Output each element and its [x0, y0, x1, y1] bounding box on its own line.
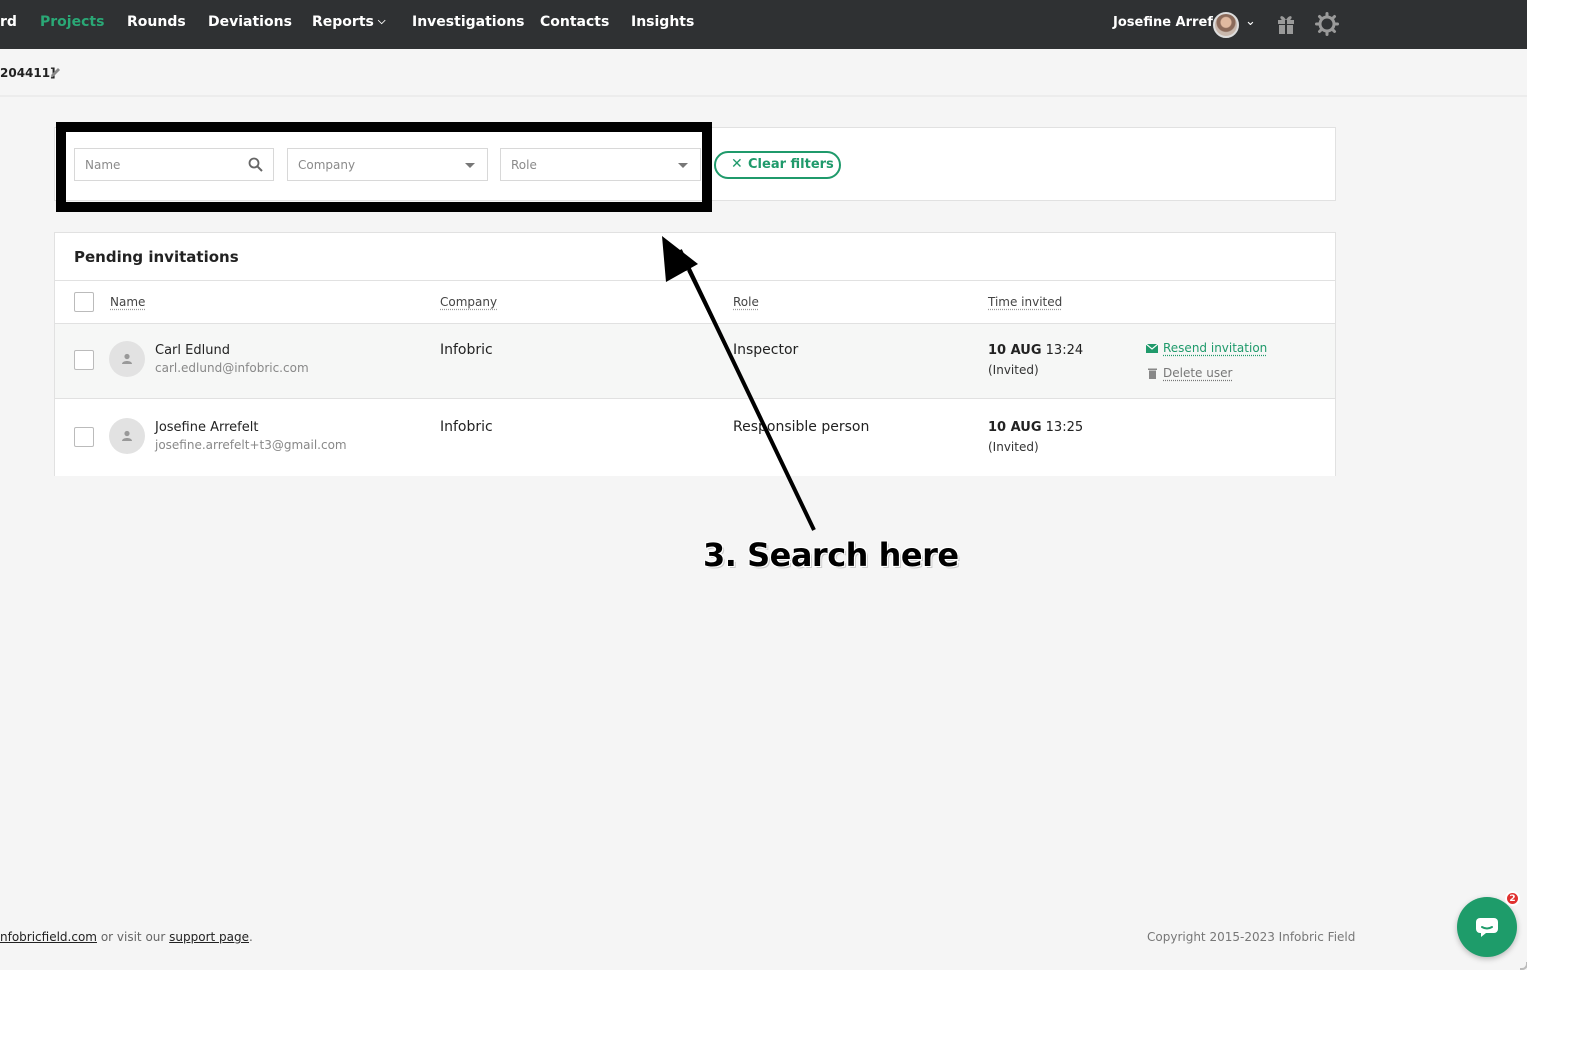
- user-name: Josefine Arrefelt: [155, 420, 259, 435]
- close-icon: ✕: [731, 156, 743, 172]
- nav-item-rounds[interactable]: Rounds: [127, 14, 186, 30]
- top-navigation: rd Projects Rounds Deviations Reports ⌵ I…: [0, 0, 1527, 49]
- website-link[interactable]: nfobricfield.com: [0, 930, 97, 944]
- avatar: [109, 341, 145, 377]
- nav-item-reports[interactable]: Reports ⌵: [312, 14, 385, 30]
- notification-badge: 2: [1505, 891, 1520, 906]
- clear-filters-button[interactable]: ✕ Clear filters: [714, 151, 841, 179]
- nav-item-deviations[interactable]: Deviations: [208, 14, 292, 30]
- nav-item-insights[interactable]: Insights: [631, 14, 694, 30]
- annotation-highlight-box: [56, 122, 712, 212]
- time-invited: 10 AUG 13:24: [988, 343, 1083, 358]
- column-header-name[interactable]: Name: [110, 295, 145, 309]
- avatar: [109, 418, 145, 454]
- nav-item-dashboard[interactable]: rd: [0, 14, 17, 30]
- resend-invitation-link[interactable]: Resend invitation: [1146, 341, 1267, 355]
- clear-filters-label: Clear filters: [748, 157, 834, 172]
- pencil-icon[interactable]: [49, 66, 62, 79]
- row-checkbox[interactable]: [74, 427, 94, 447]
- nav-item-contacts[interactable]: Contacts: [540, 14, 609, 30]
- chat-icon: [1476, 918, 1498, 937]
- time-invited: 10 AUG 13:25: [988, 420, 1083, 435]
- annotation-callout: 3. Search here: [703, 536, 959, 574]
- footer-end-text: .: [249, 930, 253, 944]
- column-header-company[interactable]: Company: [440, 295, 497, 309]
- app-window: rd Projects Rounds Deviations Reports ⌵ I…: [0, 0, 1527, 970]
- project-header-bar: [0, 49, 1527, 97]
- invite-status: (Invited): [988, 440, 1039, 454]
- delete-user-link[interactable]: Delete user: [1146, 366, 1232, 380]
- row-checkbox[interactable]: [74, 350, 94, 370]
- column-header-time-invited[interactable]: Time invited: [988, 295, 1062, 309]
- annotation-arrow: [662, 236, 816, 531]
- invite-time: 13:24: [1045, 343, 1084, 358]
- support-page-link[interactable]: support page: [169, 930, 249, 944]
- card-title: Pending invitations: [74, 248, 239, 266]
- footer-middle-text: or visit our: [97, 930, 170, 944]
- user-email: josefine.arrefelt+t3@gmail.com: [155, 438, 347, 452]
- nav-item-investigations[interactable]: Investigations: [412, 14, 525, 30]
- resize-handle[interactable]: [1520, 962, 1527, 970]
- invite-status: (Invited): [988, 363, 1039, 377]
- user-name: Carl Edlund: [155, 343, 230, 358]
- user-email: carl.edlund@infobric.com: [155, 361, 309, 375]
- nav-item-projects[interactable]: Projects: [40, 14, 104, 30]
- nav-item-reports-label: Reports: [312, 14, 374, 30]
- invite-time: 13:25: [1045, 420, 1084, 435]
- user-avatar[interactable]: [1213, 12, 1239, 38]
- chevron-down-icon[interactable]: ⌄: [1245, 14, 1256, 29]
- chat-launcher-button[interactable]: [1457, 897, 1517, 957]
- person-icon: [122, 353, 132, 364]
- user-company: Infobric: [440, 342, 493, 358]
- person-icon: [122, 430, 132, 441]
- select-all-checkbox[interactable]: [74, 292, 94, 312]
- user-company: Infobric: [440, 419, 493, 435]
- gear-icon[interactable]: [1315, 12, 1339, 36]
- invite-date: 10 AUG: [988, 420, 1042, 435]
- footer-help-text: nfobricfield.com or visit our support pa…: [0, 930, 253, 944]
- project-title: 204411]: [0, 66, 56, 80]
- copyright-text: Copyright 2015-2023 Infobric Field: [1147, 930, 1356, 944]
- gift-icon[interactable]: [1276, 13, 1296, 35]
- invite-date: 10 AUG: [988, 343, 1042, 358]
- chevron-down-icon: ⌵: [377, 16, 386, 27]
